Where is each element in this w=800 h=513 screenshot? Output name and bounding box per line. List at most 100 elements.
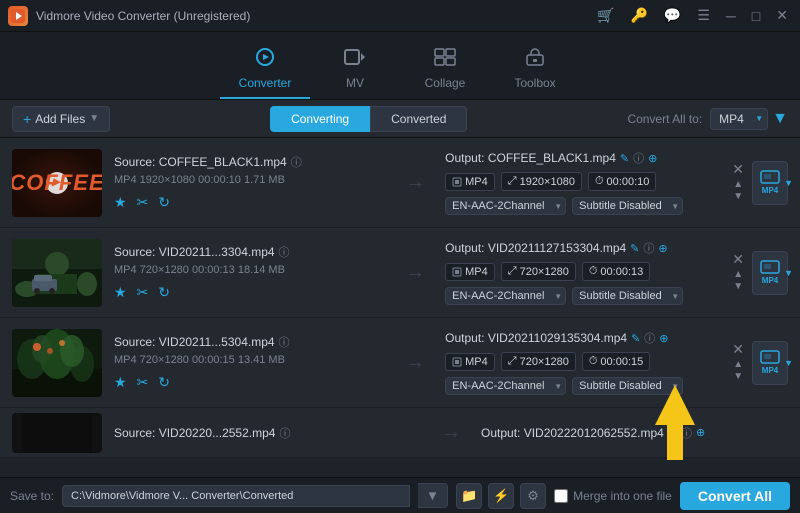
- format-badge-1: MP4: [445, 173, 495, 191]
- tab-toolbox[interactable]: Toolbox: [490, 39, 580, 99]
- plus-icon: +: [23, 111, 31, 127]
- message-icon[interactable]: 💬: [660, 7, 685, 24]
- convert-all-dropdown-btn[interactable]: ▼: [772, 110, 788, 128]
- cart-icon[interactable]: 🛒: [593, 7, 618, 24]
- output-add-icon-3[interactable]: ⊕: [659, 332, 668, 345]
- output-source-1: Output: COFFEE_BLACK1.mp4 ✎ ⓘ ⊕: [445, 150, 716, 166]
- output-controls-1: MP4 ⤢ 1920×1080 ⏱ 00:00:10: [445, 172, 716, 191]
- scissors-icon-2[interactable]: ✂: [137, 284, 149, 301]
- edit-icon-2[interactable]: ✎: [630, 242, 639, 255]
- file-info-2: Source: VID20211...3304.mp4 ⓘ MP4 720×12…: [114, 244, 385, 301]
- bottom-bar: Save to: C:\Vidmore\Vidmore V... Convert…: [0, 477, 800, 513]
- star-icon-3[interactable]: ★: [114, 374, 127, 391]
- merge-checkbox[interactable]: [554, 489, 568, 503]
- arrow-4: →: [433, 421, 469, 444]
- maximize-icon[interactable]: □: [748, 8, 764, 24]
- convert-all-format-select[interactable]: MP4 MKV AVI MOV: [710, 108, 768, 130]
- format-badge-box-3[interactable]: MP4 ▼: [752, 341, 788, 385]
- rotate-icon-3[interactable]: ↻: [158, 374, 170, 391]
- info-icon-4[interactable]: ⓘ: [279, 425, 290, 441]
- file-meta-3: MP4 720×1280 00:00:15 13.41 MB: [114, 354, 385, 366]
- close-item-1[interactable]: ✕: [728, 161, 748, 178]
- audio-select-2[interactable]: EN-AAC-2Channel: [445, 287, 566, 305]
- output-add-icon-2[interactable]: ⊕: [658, 242, 667, 255]
- output-area-1: Output: COFFEE_BLACK1.mp4 ✎ ⓘ ⊕ MP4 ⤢ 19…: [445, 150, 716, 215]
- res-badge-1: ⤢ 1920×1080: [501, 172, 582, 191]
- output-info-icon-3[interactable]: ⓘ: [644, 330, 655, 346]
- file-actions-1: ★ ✂ ↻: [114, 194, 385, 211]
- info-icon-2[interactable]: ⓘ: [279, 244, 290, 260]
- audio-select-wrap-1: EN-AAC-2Channel: [445, 197, 566, 215]
- minimize-icon[interactable]: ─: [722, 8, 740, 24]
- output-add-icon-1[interactable]: ⊕: [648, 152, 657, 165]
- title-bar: Vidmore Video Converter (Unregistered) 🛒…: [0, 0, 800, 32]
- mv-icon: [343, 47, 367, 73]
- save-label: Save to:: [10, 489, 54, 503]
- scroll-up-2[interactable]: ▲: [733, 270, 743, 280]
- edit-icon-1[interactable]: ✎: [620, 152, 629, 165]
- close-icon[interactable]: ✕: [772, 7, 792, 24]
- close-item-2[interactable]: ✕: [728, 251, 748, 268]
- subtitle-select-2[interactable]: Subtitle Disabled: [572, 287, 683, 305]
- output-source-4: Output: VID20222012062552.mp4 ✎ ⓘ ⊕: [481, 425, 788, 441]
- scroll-down-3[interactable]: ▼: [733, 372, 743, 382]
- output-source-2: Output: VID20211127153304.mp4 ✎ ⓘ ⊕: [445, 240, 716, 256]
- info-icon-1[interactable]: ⓘ: [291, 154, 302, 170]
- file-meta-2: MP4 720×1280 00:00:13 18.14 MB: [114, 264, 385, 276]
- add-files-label: Add Files: [35, 112, 85, 126]
- info-icon-3[interactable]: ⓘ: [279, 334, 290, 350]
- tab-collage[interactable]: Collage: [400, 39, 490, 99]
- output-info-icon-1[interactable]: ⓘ: [633, 150, 644, 166]
- format-badge-box-1[interactable]: MP4 ▼: [752, 161, 788, 205]
- convert-all-button[interactable]: Convert All: [680, 482, 790, 510]
- subtitle-select-1[interactable]: Subtitle Disabled: [572, 197, 683, 215]
- scroll-up-3[interactable]: ▲: [733, 360, 743, 370]
- tab-converter[interactable]: Converter: [220, 39, 310, 99]
- arrow-2: →: [397, 261, 433, 284]
- rotate-icon-2[interactable]: ↻: [158, 284, 170, 301]
- audio-select-3[interactable]: EN-AAC-2Channel: [445, 377, 566, 395]
- star-icon-2[interactable]: ★: [114, 284, 127, 301]
- converter-icon: [253, 47, 277, 73]
- file-thumb-2: [12, 239, 102, 307]
- star-icon-1[interactable]: ★: [114, 194, 127, 211]
- add-files-button[interactable]: + Add Files ▼: [12, 106, 110, 132]
- app-title: Vidmore Video Converter (Unregistered): [36, 9, 593, 23]
- scissors-icon-1[interactable]: ✂: [137, 194, 149, 211]
- open-folder-btn[interactable]: 📁: [456, 483, 482, 509]
- convert-all-label: Convert All to:: [627, 112, 702, 126]
- converting-tab[interactable]: Converting: [270, 106, 370, 132]
- green-thumbnail: [12, 239, 102, 307]
- format-dropdown-arrow-2[interactable]: ▼: [784, 268, 793, 278]
- tab-toolbox-label: Toolbox: [514, 76, 555, 90]
- subtitle-select-wrap-1: Subtitle Disabled: [572, 197, 683, 215]
- tab-mv[interactable]: MV: [310, 39, 400, 99]
- edit-icon-3[interactable]: ✎: [631, 332, 640, 345]
- output-info-icon-2[interactable]: ⓘ: [643, 240, 654, 256]
- settings-btn-2[interactable]: ⚙: [520, 483, 546, 509]
- output-source-3: Output: VID20211029135304.mp4 ✎ ⓘ ⊕: [445, 330, 716, 346]
- scroll-down-1[interactable]: ▼: [733, 192, 743, 202]
- format-badge-box-2[interactable]: MP4 ▼: [752, 251, 788, 295]
- file-actions-2: ★ ✂ ↻: [114, 284, 385, 301]
- coffee-thumbnail: COFFEE ▶: [12, 149, 102, 217]
- rotate-icon-1[interactable]: ↻: [158, 194, 170, 211]
- item-controls-2: ✕ ▲ ▼ MP4 ▼: [728, 251, 788, 295]
- save-path: C:\Vidmore\Vidmore V... Converter\Conver…: [62, 485, 410, 507]
- converted-tab[interactable]: Converted: [370, 106, 467, 132]
- format-dropdown-arrow-1[interactable]: ▼: [784, 178, 793, 188]
- file-source-1: Source: COFFEE_BLACK1.mp4 ⓘ: [114, 154, 385, 170]
- scroll-up-1[interactable]: ▲: [733, 180, 743, 190]
- save-path-dropdown-btn[interactable]: ▼: [418, 483, 448, 508]
- file-thumb-3: [12, 329, 102, 397]
- key-icon[interactable]: 🔑: [626, 7, 651, 24]
- menu-icon[interactable]: ☰: [693, 7, 714, 24]
- close-item-3[interactable]: ✕: [728, 341, 748, 358]
- settings-btn-1[interactable]: ⚡: [488, 483, 514, 509]
- scissors-icon-3[interactable]: ✂: [137, 374, 149, 391]
- format-dropdown-arrow-3[interactable]: ▼: [784, 358, 793, 368]
- file-actions-3: ★ ✂ ↻: [114, 374, 385, 391]
- dur-badge-1: ⏱ 00:00:10: [588, 172, 656, 191]
- scroll-down-2[interactable]: ▼: [733, 282, 743, 292]
- audio-select-1[interactable]: EN-AAC-2Channel: [445, 197, 566, 215]
